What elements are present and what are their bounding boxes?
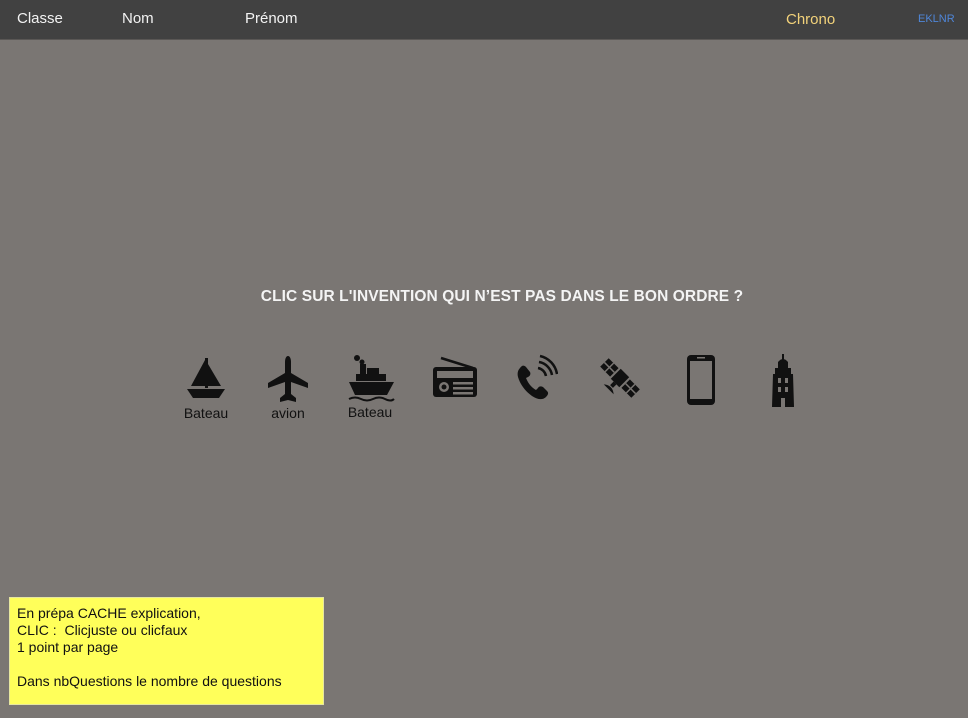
explanation-note: En prépa CACHE explication, CLIC : Clicj… — [9, 597, 324, 705]
choice-item-8[interactable] — [748, 352, 818, 427]
choice-item-5[interactable] — [502, 352, 572, 427]
sailboat-icon — [187, 358, 225, 398]
airplane-icon — [268, 356, 308, 402]
choice-label-3: Bateau — [347, 404, 393, 420]
prenom-field[interactable]: Prénom — [245, 10, 298, 27]
note-line-5: Dans nbQuestions le nombre de questions — [17, 673, 282, 689]
nom-field[interactable]: Nom — [122, 10, 154, 27]
question-text: CLIC SUR L'INVENTION QUI N’EST PAS DANS … — [260, 288, 744, 305]
choice-item-4[interactable] — [419, 352, 489, 427]
note-line-1: En prépa CACHE explication, — [17, 605, 201, 621]
top-bar: Classe Nom Prénom Chrono EKLNR — [0, 0, 968, 39]
lighthouse-icon — [772, 354, 794, 407]
radio-icon — [433, 356, 477, 397]
phone-call-icon — [517, 354, 558, 400]
choice-label-2: avion — [271, 405, 305, 421]
steamship-icon — [348, 355, 395, 402]
choice-item-3[interactable]: Bateau — [335, 352, 405, 427]
choice-item-2[interactable]: avion — [253, 352, 323, 427]
note-line-2: CLIC : Clicjuste ou clicfaux — [17, 622, 188, 638]
smartphone-icon — [687, 355, 715, 405]
chrono-label: Chrono — [786, 11, 836, 28]
choice-label-1: Bateau — [183, 405, 229, 421]
choice-item-7[interactable] — [666, 352, 736, 427]
note-line-4 — [17, 656, 316, 673]
code-link[interactable]: EKLNR — [918, 13, 955, 25]
note-line-3: 1 point par page — [17, 639, 119, 655]
satellite-icon — [600, 358, 640, 398]
choice-item-6[interactable] — [584, 352, 654, 427]
classe-field[interactable]: Classe — [17, 10, 63, 27]
choice-item-1[interactable]: Bateau — [171, 352, 241, 427]
